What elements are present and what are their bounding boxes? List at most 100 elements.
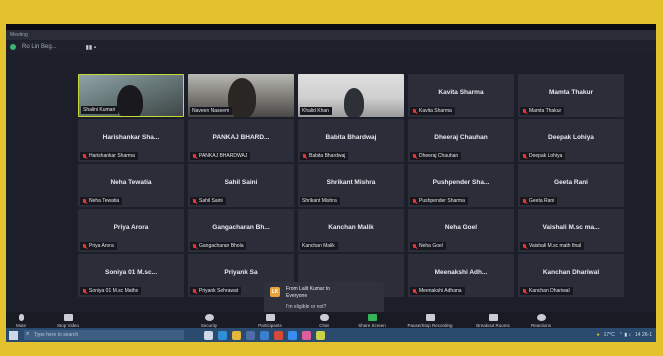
- participant-name-label: Kanchan Malik: [300, 242, 338, 250]
- participant-display-name: Kanchan Malik: [328, 224, 374, 231]
- share-screen-button[interactable]: Share Screen: [352, 312, 392, 328]
- mic-muted-icon: [82, 198, 87, 204]
- taskbar-search-input[interactable]: Type here to search: [24, 329, 184, 340]
- participant-tile[interactable]: Harishankar Sha... Harishankar Sharma: [78, 119, 184, 162]
- participant-display-name: Vaishali M.sc ma...: [542, 224, 600, 231]
- participant-name-label: Soniya 01 M.sc Maths: [80, 287, 142, 295]
- video-camera-icon: [63, 314, 73, 321]
- participant-tile[interactable]: Geeta Rani Geeta Rani: [518, 164, 624, 207]
- participant-name-text: Kanchan Dhariwal: [529, 288, 570, 294]
- mic-muted-icon: [522, 198, 527, 204]
- participant-tile[interactable]: Neha Goel Neha Goel: [408, 209, 514, 252]
- participant-name-text: Neha Tewatia: [89, 198, 120, 204]
- participant-display-name: Deepak Lohiya: [548, 134, 594, 141]
- store-icon[interactable]: [246, 330, 255, 340]
- participant-display-name: Shrikant Mishra: [326, 179, 376, 186]
- mic-muted-icon: [192, 243, 197, 249]
- chat-button[interactable]: Chat: [312, 312, 336, 328]
- participant-name-text: Babita Bhardwaj: [309, 153, 346, 159]
- participant-tile[interactable]: Priya Arora Priya Arora: [78, 209, 184, 252]
- mute-button[interactable]: Mute: [10, 312, 32, 328]
- security-button[interactable]: Security: [194, 312, 224, 328]
- clock[interactable]: 14 26-1: [635, 332, 652, 338]
- participant-tile[interactable]: Shalini Kumari: [78, 74, 184, 117]
- task-view-icon[interactable]: [204, 330, 213, 340]
- app-icon[interactable]: [302, 330, 311, 340]
- participant-tile[interactable]: Pushpender Sha... Pushpender Sharma: [408, 164, 514, 207]
- participant-name-text: Gangacharan Bhola: [199, 243, 244, 249]
- reactions-button[interactable]: Reactions: [524, 312, 558, 328]
- participant-tile[interactable]: Mamta Thakur Mamta Thakur: [518, 74, 624, 117]
- participant-name-label: Neha Tewatia: [80, 197, 123, 205]
- edge-icon[interactable]: [218, 330, 227, 340]
- participant-tile[interactable]: Deepak Lohiya Deepak Lohiya: [518, 119, 624, 162]
- participant-name-label: Neha Goel: [410, 242, 446, 250]
- mic-muted-icon: [412, 243, 417, 249]
- clock-time: 14: [635, 332, 641, 338]
- participant-tile[interactable]: Gangacharan Bh... Gangacharan Bhola: [188, 209, 294, 252]
- participant-name-text: Harishankar Sharma: [89, 153, 135, 159]
- participant-display-name: Sahil Saini: [224, 179, 258, 186]
- participant-name-label: Shrikant Mishra: [300, 197, 340, 205]
- participant-tile[interactable]: Kanchan Dhariwal Kanchan Dhariwal: [518, 254, 624, 297]
- share-screen-icon: [367, 314, 377, 321]
- participant-tile[interactable]: Meenakshi Adh... Meenakshi Adhana: [408, 254, 514, 297]
- chat-from-line: From Lalit Kumar to: [286, 286, 330, 292]
- participant-tile[interactable]: Kavita Sharma Kavita Sharma: [408, 74, 514, 117]
- participant-display-name: Mamta Thakur: [548, 89, 594, 96]
- participant-tile[interactable]: Dheeraj Chauhan Dheeraj Chauhan: [408, 119, 514, 162]
- mic-muted-icon: [192, 288, 197, 294]
- windows-start-icon[interactable]: [9, 330, 18, 340]
- participant-name-text: Sahil Saini: [199, 198, 223, 204]
- chat-recipient-line: Everyone: [286, 293, 308, 299]
- app-icon[interactable]: [316, 330, 325, 340]
- mic-muted-icon: [412, 153, 417, 159]
- tray-icons[interactable]: ⌃ ▮ ♪: [619, 332, 631, 338]
- participant-name-label: Babita Bhardwaj: [300, 152, 349, 160]
- meeting-topic: Ro Lin Beg...: [22, 44, 57, 50]
- chat-message: I'm eligible or not?: [286, 304, 327, 310]
- participants-button[interactable]: Participants: [252, 312, 288, 328]
- participant-name-label: Deepak Lohiya: [520, 152, 566, 160]
- participant-tile[interactable]: Khalid Khan: [298, 74, 404, 117]
- participant-name-text: Mamta Thakur: [529, 108, 562, 114]
- meeting-info-bar: Ro Lin Beg... ▮▮ ▪: [6, 40, 656, 54]
- mic-muted-icon: [412, 108, 417, 114]
- participant-name-text: Priyank Sehrawat: [199, 288, 239, 294]
- mail-icon[interactable]: [260, 330, 269, 340]
- participant-tile[interactable]: Shrikant Mishra Shrikant Mishra: [298, 164, 404, 207]
- participant-tile[interactable]: Vaishali M.sc ma... Vaishali M.sc math fi…: [518, 209, 624, 252]
- participant-tile[interactable]: Naveen Naseem: [188, 74, 294, 117]
- participant-name-label: Meenakshi Adhana: [410, 287, 465, 295]
- participant-display-name: Neha Goel: [444, 224, 478, 231]
- mic-muted-icon: [82, 243, 87, 249]
- chrome-icon[interactable]: [274, 330, 283, 340]
- participant-name-label: Gangacharan Bhola: [190, 242, 247, 250]
- participant-tile[interactable]: Kanchan Malik Kanchan Malik: [298, 209, 404, 252]
- participant-name-label: Pushpender Sharma: [410, 197, 468, 205]
- participant-display-name: Gangacharan Bh...: [212, 224, 270, 231]
- stop-video-button[interactable]: Stop Video: [50, 312, 86, 328]
- view-icon[interactable]: ▮▮ ▪: [86, 44, 96, 51]
- mic-muted-icon: [82, 153, 87, 159]
- temperature: 17°C: [603, 332, 615, 338]
- participant-name-text: Kanchan Malik: [302, 243, 335, 249]
- file-explorer-icon[interactable]: [232, 330, 241, 340]
- weather-icon[interactable]: ●: [597, 332, 600, 338]
- windows-taskbar: Type here to search ● 17°C ⌃ ▮ ♪ 14 26-1: [6, 328, 656, 342]
- participant-grid: Shalini Kumari Naveen Naseem Khalid Khan Ka…: [78, 74, 628, 297]
- mic-muted-icon: [522, 153, 527, 159]
- participant-tile[interactable]: Neha Tewatia Neha Tewatia: [78, 164, 184, 207]
- participant-name-label: Khalid Khan: [300, 107, 332, 115]
- participant-tile[interactable]: Soniya 01 M.sc... Soniya 01 M.sc Maths: [78, 254, 184, 297]
- participant-name-text: Neha Goel: [419, 243, 443, 249]
- shield-icon[interactable]: [10, 44, 16, 50]
- participant-tile[interactable]: Babita Bhardwaj Babita Bhardwaj: [298, 119, 404, 162]
- participant-name-text: Pushpender Sharma: [419, 198, 465, 204]
- record-button[interactable]: Pause/Stop Recording: [400, 312, 460, 328]
- participant-name-text: Shalini Kumari: [83, 107, 116, 113]
- participant-tile[interactable]: Sahil Saini Sahil Saini: [188, 164, 294, 207]
- breakout-rooms-button[interactable]: Breakout Rooms: [468, 312, 518, 328]
- zoom-icon[interactable]: [288, 330, 297, 340]
- participant-tile[interactable]: PANKAJ BHARD... PANKAJ BHARDWAJ: [188, 119, 294, 162]
